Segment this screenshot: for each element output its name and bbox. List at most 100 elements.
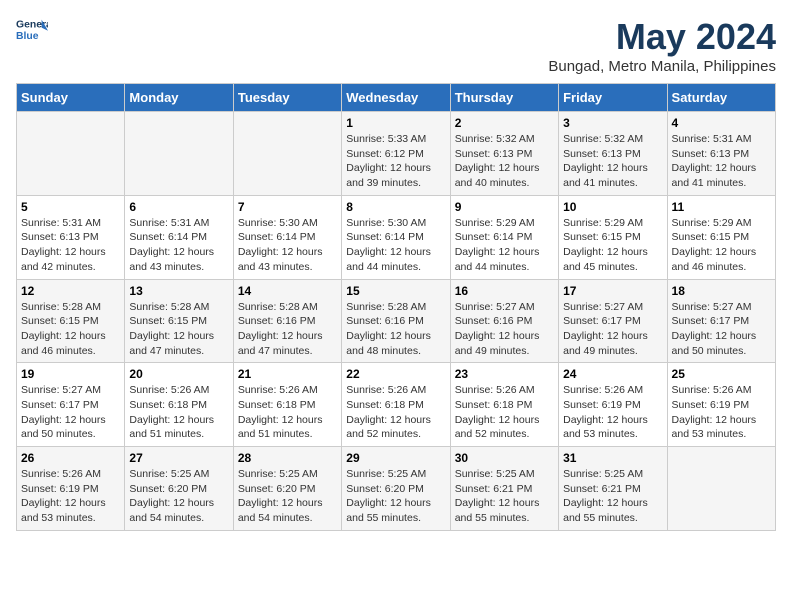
calendar-cell: 9Sunrise: 5:29 AM Sunset: 6:14 PM Daylig… bbox=[450, 195, 558, 279]
day-info: Sunrise: 5:27 AM Sunset: 6:16 PM Dayligh… bbox=[455, 300, 554, 359]
calendar-cell: 30 Sunrise: 5:25 AM Sunset: 6:21 PM Dayli… bbox=[450, 447, 558, 531]
day-info: Sunrise: 5:31 AM Sunset: 6:13 PM Dayligh… bbox=[21, 216, 120, 275]
day-number: 16 bbox=[455, 284, 554, 298]
calendar-cell: 28 Sunrise: 5:25 AM Sunset: 6:20 PM Dayli… bbox=[233, 447, 341, 531]
day-info: Sunrise: 5:26 AM Sunset: 6:18 PM Dayligh… bbox=[129, 383, 228, 442]
calendar-cell: 14Sunrise: 5:28 AM Sunset: 6:16 PM Dayli… bbox=[233, 279, 341, 363]
day-info: Sunrise: 5:25 AM Sunset: 6:20 PM Dayligh… bbox=[346, 467, 445, 526]
day-number: 26 bbox=[21, 451, 120, 465]
calendar-cell: 8Sunrise: 5:30 AM Sunset: 6:14 PM Daylig… bbox=[342, 195, 450, 279]
day-number: 20 bbox=[129, 367, 228, 381]
day-number: 12 bbox=[21, 284, 120, 298]
day-number: 27 bbox=[129, 451, 228, 465]
calendar-cell: 4 Sunrise: 5:31 AM Sunset: 6:13 PM Daylig… bbox=[667, 112, 775, 196]
week-row-3: 12 Sunrise: 5:28 AM Sunset: 6:15 PM Dayli… bbox=[17, 279, 776, 363]
calendar-cell bbox=[233, 112, 341, 196]
day-number: 5 bbox=[21, 200, 120, 214]
day-info: Sunrise: 5:32 AM Sunset: 6:13 PM Dayligh… bbox=[563, 132, 662, 191]
calendar-cell: 18 Sunrise: 5:27 AM Sunset: 6:17 PM Dayli… bbox=[667, 279, 775, 363]
day-info: Sunrise: 5:27 AM Sunset: 6:17 PM Dayligh… bbox=[563, 300, 662, 359]
day-number: 11 bbox=[672, 200, 771, 214]
day-number: 6 bbox=[129, 200, 228, 214]
day-info: Sunrise: 5:32 AM Sunset: 6:13 PM Dayligh… bbox=[455, 132, 554, 191]
calendar-cell: 7 Sunrise: 5:30 AM Sunset: 6:14 PM Daylig… bbox=[233, 195, 341, 279]
day-header-tuesday: Tuesday bbox=[233, 84, 341, 112]
calendar-cell: 29 Sunrise: 5:25 AM Sunset: 6:20 PM Dayli… bbox=[342, 447, 450, 531]
day-header-wednesday: Wednesday bbox=[342, 84, 450, 112]
calendar-cell: 1Sunrise: 5:33 AM Sunset: 6:12 PM Daylig… bbox=[342, 112, 450, 196]
day-number: 25 bbox=[672, 367, 771, 381]
day-info: Sunrise: 5:25 AM Sunset: 6:21 PM Dayligh… bbox=[455, 467, 554, 526]
calendar-cell: 5 Sunrise: 5:31 AM Sunset: 6:13 PM Daylig… bbox=[17, 195, 125, 279]
calendar-cell: 2 Sunrise: 5:32 AM Sunset: 6:13 PM Daylig… bbox=[450, 112, 558, 196]
calendar-cell: 12 Sunrise: 5:28 AM Sunset: 6:15 PM Dayli… bbox=[17, 279, 125, 363]
calendar-cell: 11 Sunrise: 5:29 AM Sunset: 6:15 PM Dayli… bbox=[667, 195, 775, 279]
day-info: Sunrise: 5:25 AM Sunset: 6:20 PM Dayligh… bbox=[129, 467, 228, 526]
calendar-cell: 6 Sunrise: 5:31 AM Sunset: 6:14 PM Daylig… bbox=[125, 195, 233, 279]
logo: General Blue bbox=[16, 16, 48, 44]
week-row-2: 5 Sunrise: 5:31 AM Sunset: 6:13 PM Daylig… bbox=[17, 195, 776, 279]
week-row-1: 1Sunrise: 5:33 AM Sunset: 6:12 PM Daylig… bbox=[17, 112, 776, 196]
calendar-cell bbox=[667, 447, 775, 531]
calendar-cell: 15 Sunrise: 5:28 AM Sunset: 6:16 PM Dayli… bbox=[342, 279, 450, 363]
calendar-cell: 16 Sunrise: 5:27 AM Sunset: 6:16 PM Dayli… bbox=[450, 279, 558, 363]
calendar-cell: 25 Sunrise: 5:26 AM Sunset: 6:19 PM Dayli… bbox=[667, 363, 775, 447]
day-number: 23 bbox=[455, 367, 554, 381]
day-number: 29 bbox=[346, 451, 445, 465]
day-number: 3 bbox=[563, 116, 662, 130]
day-info: Sunrise: 5:27 AM Sunset: 6:17 PM Dayligh… bbox=[672, 300, 771, 359]
day-number: 19 bbox=[21, 367, 120, 381]
day-number: 21 bbox=[238, 367, 337, 381]
calendar-cell: 10 Sunrise: 5:29 AM Sunset: 6:15 PM Dayli… bbox=[559, 195, 667, 279]
day-info: Sunrise: 5:33 AM Sunset: 6:12 PM Dayligh… bbox=[346, 132, 445, 191]
day-header-thursday: Thursday bbox=[450, 84, 558, 112]
day-info: Sunrise: 5:26 AM Sunset: 6:18 PM Dayligh… bbox=[455, 383, 554, 442]
day-info: Sunrise: 5:25 AM Sunset: 6:21 PM Dayligh… bbox=[563, 467, 662, 526]
day-number: 7 bbox=[238, 200, 337, 214]
day-number: 13 bbox=[129, 284, 228, 298]
day-info: Sunrise: 5:26 AM Sunset: 6:19 PM Dayligh… bbox=[672, 383, 771, 442]
day-number: 24 bbox=[563, 367, 662, 381]
day-number: 30 bbox=[455, 451, 554, 465]
day-number: 4 bbox=[672, 116, 771, 130]
day-header-sunday: Sunday bbox=[17, 84, 125, 112]
svg-text:Blue: Blue bbox=[16, 31, 39, 42]
day-info: Sunrise: 5:28 AM Sunset: 6:16 PM Dayligh… bbox=[238, 300, 337, 359]
day-info: Sunrise: 5:28 AM Sunset: 6:15 PM Dayligh… bbox=[129, 300, 228, 359]
day-info: Sunrise: 5:26 AM Sunset: 6:19 PM Dayligh… bbox=[21, 467, 120, 526]
calendar-cell bbox=[125, 112, 233, 196]
calendar-cell: 27 Sunrise: 5:25 AM Sunset: 6:20 PM Dayli… bbox=[125, 447, 233, 531]
day-info: Sunrise: 5:29 AM Sunset: 6:15 PM Dayligh… bbox=[672, 216, 771, 275]
day-info: Sunrise: 5:31 AM Sunset: 6:13 PM Dayligh… bbox=[672, 132, 771, 191]
day-number: 9 bbox=[455, 200, 554, 214]
day-info: Sunrise: 5:26 AM Sunset: 6:18 PM Dayligh… bbox=[238, 383, 337, 442]
day-info: Sunrise: 5:30 AM Sunset: 6:14 PM Dayligh… bbox=[238, 216, 337, 275]
calendar-cell: 17Sunrise: 5:27 AM Sunset: 6:17 PM Dayli… bbox=[559, 279, 667, 363]
calendar-cell: 23 Sunrise: 5:26 AM Sunset: 6:18 PM Dayli… bbox=[450, 363, 558, 447]
day-info: Sunrise: 5:27 AM Sunset: 6:17 PM Dayligh… bbox=[21, 383, 120, 442]
day-number: 10 bbox=[563, 200, 662, 214]
day-header-monday: Monday bbox=[125, 84, 233, 112]
day-info: Sunrise: 5:28 AM Sunset: 6:16 PM Dayligh… bbox=[346, 300, 445, 359]
calendar-cell bbox=[17, 112, 125, 196]
day-number: 15 bbox=[346, 284, 445, 298]
day-info: Sunrise: 5:26 AM Sunset: 6:18 PM Dayligh… bbox=[346, 383, 445, 442]
day-number: 31 bbox=[563, 451, 662, 465]
day-info: Sunrise: 5:26 AM Sunset: 6:19 PM Dayligh… bbox=[563, 383, 662, 442]
week-row-5: 26 Sunrise: 5:26 AM Sunset: 6:19 PM Dayli… bbox=[17, 447, 776, 531]
day-info: Sunrise: 5:31 AM Sunset: 6:14 PM Dayligh… bbox=[129, 216, 228, 275]
calendar-cell: 21 Sunrise: 5:26 AM Sunset: 6:18 PM Dayli… bbox=[233, 363, 341, 447]
day-number: 2 bbox=[455, 116, 554, 130]
calendar-cell: 26 Sunrise: 5:26 AM Sunset: 6:19 PM Dayli… bbox=[17, 447, 125, 531]
title-area: May 2024 Bungad, Metro Manila, Philippin… bbox=[548, 16, 776, 75]
day-info: Sunrise: 5:29 AM Sunset: 6:15 PM Dayligh… bbox=[563, 216, 662, 275]
day-header-saturday: Saturday bbox=[667, 84, 775, 112]
week-row-4: 19 Sunrise: 5:27 AM Sunset: 6:17 PM Dayli… bbox=[17, 363, 776, 447]
day-number: 18 bbox=[672, 284, 771, 298]
day-info: Sunrise: 5:25 AM Sunset: 6:20 PM Dayligh… bbox=[238, 467, 337, 526]
logo-icon: General Blue bbox=[16, 16, 48, 44]
calendar-cell: 24 Sunrise: 5:26 AM Sunset: 6:19 PM Dayli… bbox=[559, 363, 667, 447]
day-number: 28 bbox=[238, 451, 337, 465]
calendar-table: SundayMondayTuesdayWednesdayThursdayFrid… bbox=[16, 83, 776, 531]
day-info: Sunrise: 5:28 AM Sunset: 6:15 PM Dayligh… bbox=[21, 300, 120, 359]
